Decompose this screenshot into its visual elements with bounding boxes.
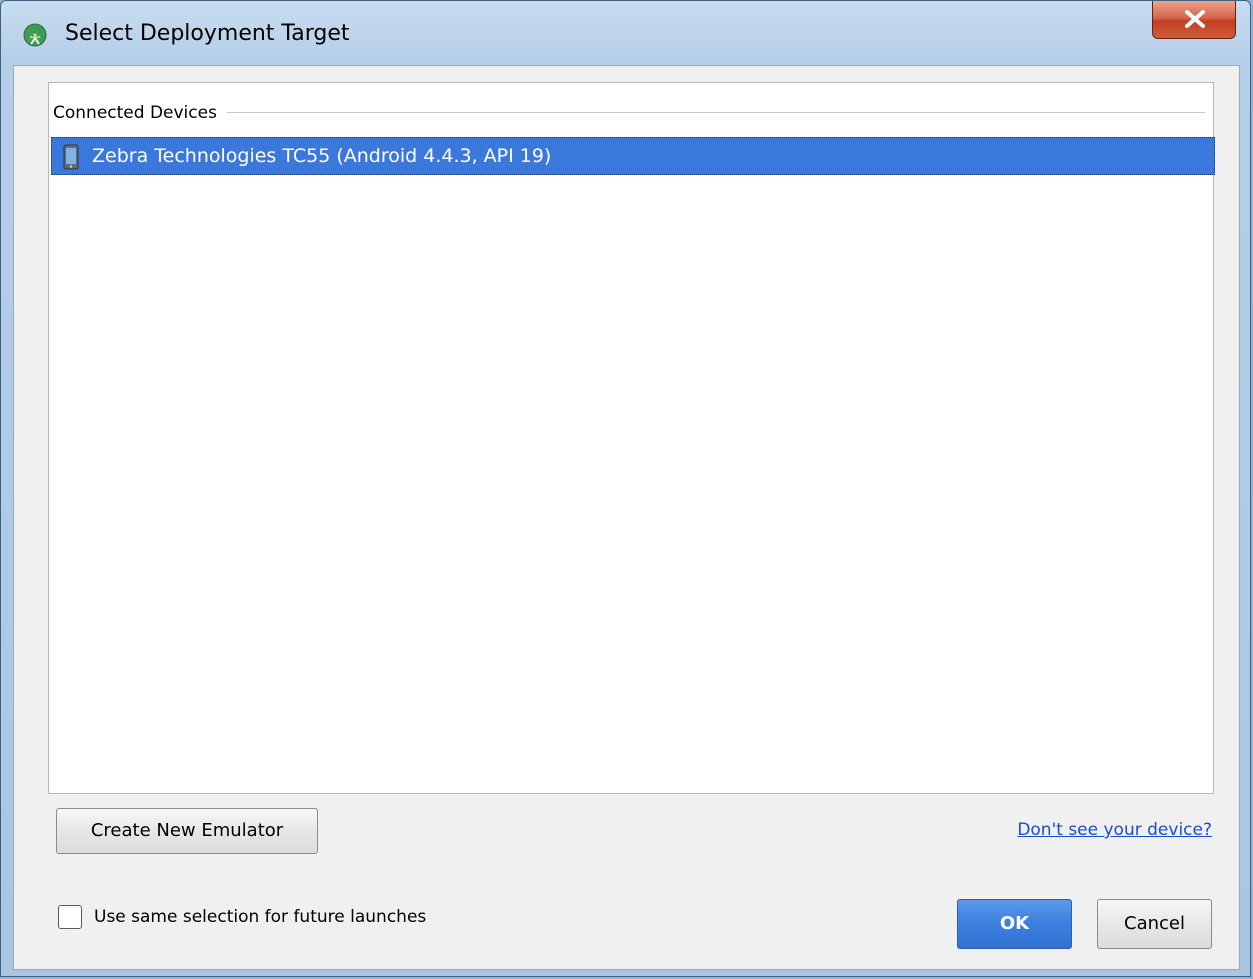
ok-button[interactable]: OK bbox=[957, 899, 1072, 949]
same-selection-checkbox[interactable] bbox=[58, 905, 82, 929]
same-selection-label[interactable]: Use same selection for future launches bbox=[94, 905, 426, 929]
device-label: Zebra Technologies TC55 (Android 4.4.3, … bbox=[92, 145, 552, 167]
dialog-content: Connected Devices Zebra Technologies TC5… bbox=[13, 65, 1240, 970]
close-icon bbox=[1185, 10, 1205, 28]
dialog-title: Select Deployment Target bbox=[65, 21, 350, 46]
select-deployment-target-dialog: Select Deployment Target Connected Devic… bbox=[0, 0, 1251, 977]
section-divider bbox=[55, 112, 1205, 113]
dont-see-device-link[interactable]: Don't see your device? bbox=[1017, 818, 1212, 842]
close-button[interactable] bbox=[1152, 1, 1236, 39]
create-new-emulator-button[interactable]: Create New Emulator bbox=[56, 808, 318, 854]
phone-icon bbox=[63, 144, 79, 175]
android-studio-icon bbox=[23, 23, 47, 47]
cancel-button[interactable]: Cancel bbox=[1097, 899, 1212, 949]
device-list-item[interactable]: Zebra Technologies TC55 (Android 4.4.3, … bbox=[51, 137, 1215, 175]
connected-devices-heading: Connected Devices bbox=[53, 101, 227, 125]
device-list-panel: Connected Devices Zebra Technologies TC5… bbox=[48, 82, 1215, 794]
title-bar[interactable]: Select Deployment Target bbox=[1, 1, 1250, 65]
